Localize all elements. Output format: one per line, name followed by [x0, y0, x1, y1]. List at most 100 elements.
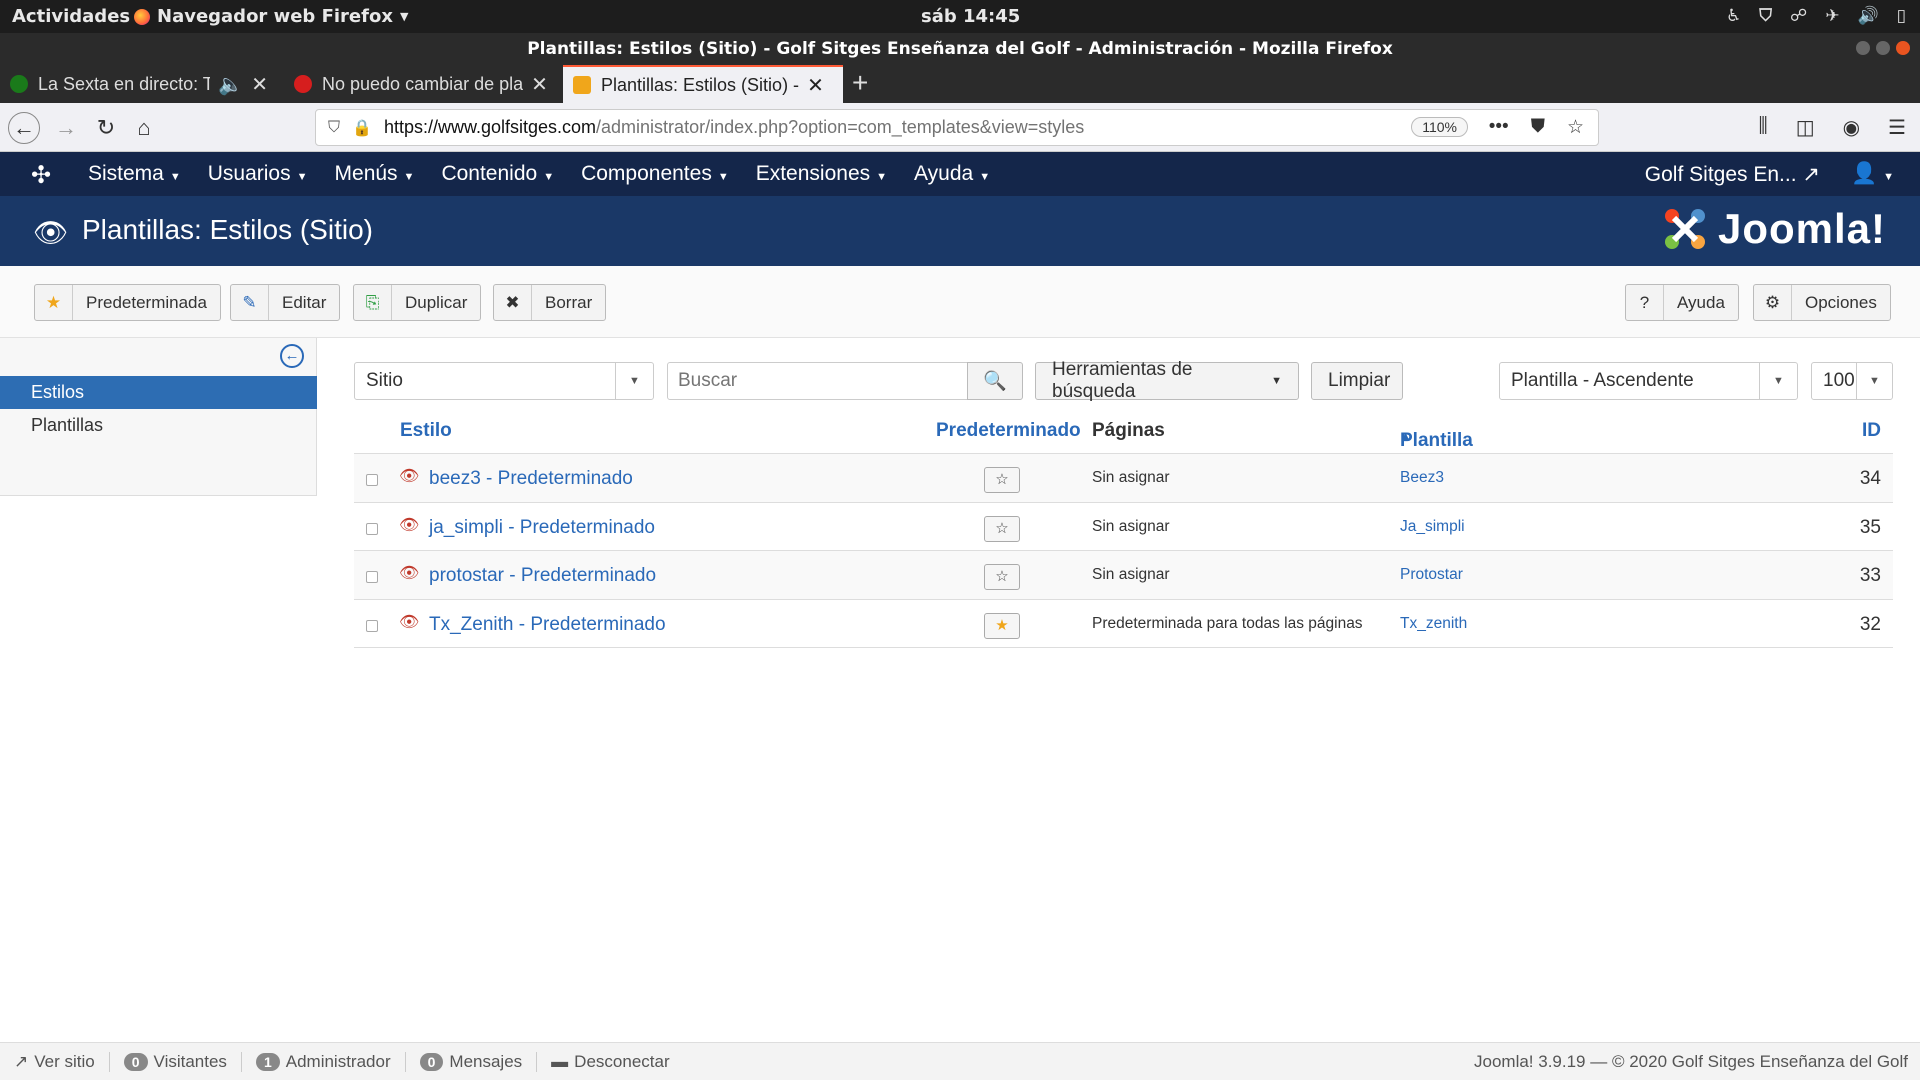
admin-menu: Sistema ▼ Usuarios ▼ Menús ▼ Contenido ▼ Com…: [88, 152, 990, 196]
home-icon[interactable]: ⌂: [128, 112, 160, 144]
client-select[interactable]: Sitio ▼: [354, 362, 654, 400]
sort-asc-icon: ▲: [1400, 430, 1411, 442]
bookmark-star-icon[interactable]: ☆: [1567, 116, 1584, 139]
style-link[interactable]: ja_simpli - Predeterminado: [429, 517, 655, 539]
limit-select[interactable]: 100 ▼: [1811, 362, 1893, 400]
url-text[interactable]: https://www.golfsitges.com/administrator…: [384, 117, 1084, 138]
options-button[interactable]: ⚙ Opciones: [1753, 284, 1891, 321]
action-toolbar: ★ Predeterminada ✎ Editar ⎘ Duplicar ✖ B…: [0, 266, 1920, 338]
ordering-select[interactable]: Plantilla - Ascendente ▼: [1499, 362, 1798, 400]
search-button[interactable]: 🔍: [967, 362, 1023, 400]
user-icon: 👤: [1851, 162, 1878, 185]
default-button[interactable]: ★ Predeterminada: [34, 284, 221, 321]
style-link[interactable]: protostar - Predeterminado: [429, 565, 656, 587]
tracking-shield-icon[interactable]: ⛉: [328, 119, 340, 137]
system-tray[interactable]: ♿ ⛉ ☍ ✈ 🔊 ▯: [1726, 6, 1906, 26]
zoom-level[interactable]: 110%: [1411, 117, 1468, 137]
clock[interactable]: sáb 14:45: [921, 6, 1020, 27]
browser-tab-lasexta[interactable]: La Sexta en directo: To 🔈 ✕: [0, 65, 278, 103]
style-link[interactable]: beez3 - Predeterminado: [429, 468, 633, 490]
row-checkbox[interactable]: [366, 474, 378, 486]
search-tools-button[interactable]: Herramientas de búsqueda ▼: [1035, 359, 1299, 402]
more-actions-icon[interactable]: •••: [1489, 116, 1509, 139]
table-header: Estilo Predeterminado Páginas Plantilla …: [354, 410, 1893, 454]
minimize-icon[interactable]: [1856, 41, 1870, 55]
window-title-bar: Plantillas: Estilos (Sitio) - Golf Sitge…: [0, 33, 1920, 65]
lock-icon[interactable]: 🔒: [352, 118, 372, 138]
close-tab-icon[interactable]: ✕: [531, 72, 548, 97]
logout-link[interactable]: ▬ Desconectar: [537, 1052, 683, 1072]
menu-menus[interactable]: Menús ▼: [335, 162, 415, 186]
network-icon: ☍: [1790, 6, 1808, 26]
style-link[interactable]: Tx_Zenith - Predeterminado: [429, 614, 666, 636]
menu-usuarios[interactable]: Usuarios ▼: [208, 162, 308, 186]
messages-status[interactable]: 0 Mensajes: [406, 1052, 538, 1072]
column-default[interactable]: Predeterminado: [936, 420, 1081, 442]
volume-icon: 🔊: [1857, 6, 1879, 26]
edit-icon: ✎: [231, 285, 269, 320]
eye-slash-icon: 👁: [399, 516, 420, 534]
sidebar-icon[interactable]: ◫: [1796, 115, 1815, 140]
accessibility-icon: ♿: [1726, 6, 1742, 26]
pages-cell: Sin asignar: [1092, 517, 1170, 535]
account-icon[interactable]: ◉: [1843, 115, 1860, 140]
site-link[interactable]: Golf Sitges En... ↗: [1645, 162, 1820, 187]
template-link[interactable]: Tx_zenith: [1400, 615, 1467, 633]
url-bar[interactable]: ⛉ 🔒 https://www.golfsitges.com/administr…: [315, 109, 1599, 146]
search-input[interactable]: [667, 362, 969, 400]
menu-contenido[interactable]: Contenido ▼: [441, 162, 554, 186]
set-default-star-button[interactable]: ☆: [984, 564, 1020, 590]
activities-button[interactable]: Actividades: [12, 6, 130, 27]
user-menu[interactable]: 👤 ▼: [1851, 162, 1894, 186]
help-button[interactable]: ? Ayuda: [1625, 284, 1739, 321]
page-title: Plantillas: Estilos (Sitio): [82, 214, 373, 245]
close-tab-icon[interactable]: ✕: [251, 72, 268, 97]
row-checkbox[interactable]: [366, 619, 378, 632]
menu-sistema[interactable]: Sistema ▼: [88, 162, 181, 186]
new-tab-icon[interactable]: +: [852, 67, 868, 99]
chevron-down-icon: ▼: [1856, 363, 1892, 399]
browser-tab-question[interactable]: No puedo cambiar de pla ✕: [284, 65, 560, 103]
back-icon[interactable]: ←: [8, 112, 40, 144]
copy-icon: ⎘: [354, 285, 392, 320]
library-icon[interactable]: ⫼: [1759, 115, 1768, 140]
row-checkbox[interactable]: [366, 571, 378, 583]
template-link[interactable]: Beez3: [1400, 469, 1444, 487]
edit-button[interactable]: ✎ Editar: [230, 284, 341, 321]
delete-button[interactable]: ✖ Borrar: [493, 284, 607, 321]
sidebar-item-estilos[interactable]: Estilos: [0, 376, 317, 409]
pages-cell: Sin asignar: [1092, 469, 1170, 486]
duplicate-button[interactable]: ⎘ Duplicar: [353, 284, 482, 321]
eye-slash-icon: 👁: [399, 565, 420, 582]
close-window-icon[interactable]: [1896, 41, 1910, 55]
column-id[interactable]: ID: [1862, 420, 1881, 442]
forward-icon[interactable]: →: [50, 112, 82, 144]
sidebar-item-plantillas[interactable]: Plantillas: [0, 409, 317, 442]
reload-icon[interactable]: ↻: [90, 112, 122, 144]
row-checkbox[interactable]: [366, 522, 378, 535]
close-tab-icon[interactable]: ✕: [807, 73, 824, 98]
view-site-link[interactable]: ↗ Ver sitio: [14, 1052, 110, 1072]
visitors-status[interactable]: 0 Visitantes: [110, 1052, 242, 1072]
admins-status[interactable]: 1 Administrador: [242, 1052, 406, 1072]
browser-tab-active[interactable]: Plantillas: Estilos (Sitio) - ✕: [563, 65, 843, 103]
template-link[interactable]: Protostar: [1400, 566, 1463, 584]
app-menu[interactable]: Navegador web Firefox ▼: [134, 6, 408, 27]
template-link[interactable]: Ja_simpli: [1400, 518, 1465, 536]
menu-extensiones[interactable]: Extensiones ▼: [756, 162, 887, 186]
pocket-icon[interactable]: ⛊: [1531, 116, 1545, 139]
joomla-brand-logo: Joomla!: [1660, 204, 1886, 254]
set-default-star-button[interactable]: ☆: [984, 467, 1020, 493]
hamburger-menu-icon[interactable]: ☰: [1888, 115, 1906, 140]
column-style[interactable]: Estilo: [400, 420, 452, 442]
clear-button[interactable]: Limpiar: [1311, 362, 1403, 400]
speaker-icon[interactable]: 🔈: [218, 72, 243, 97]
menu-ayuda[interactable]: Ayuda ▼: [914, 162, 990, 186]
joomla-mark-icon: [1664, 209, 1705, 249]
joomla-logo-icon[interactable]: ✣: [31, 161, 51, 190]
maximize-icon[interactable]: [1876, 41, 1890, 55]
window-title: Plantillas: Estilos (Sitio) - Golf Sitge…: [527, 39, 1393, 59]
set-default-star-button[interactable]: ☆: [984, 515, 1020, 542]
menu-componentes[interactable]: Componentes ▼: [581, 162, 729, 186]
collapse-sidebar-icon[interactable]: ←: [280, 344, 304, 368]
